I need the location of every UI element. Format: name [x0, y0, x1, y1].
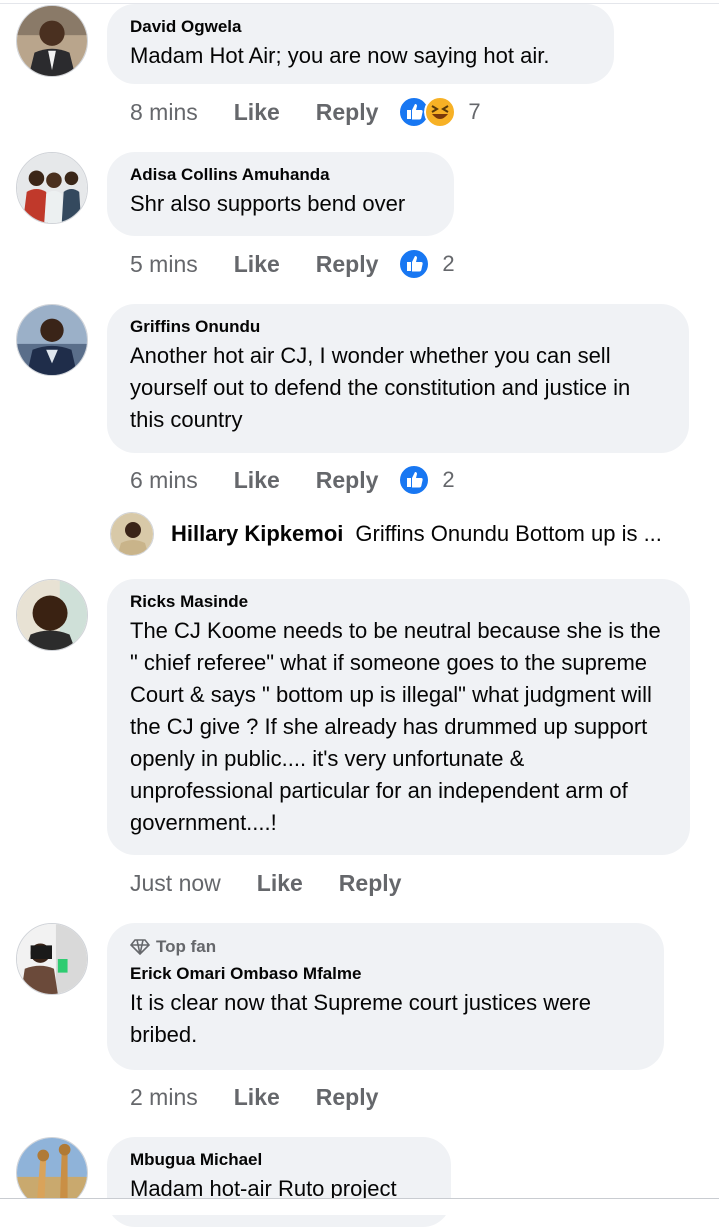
- reply-button[interactable]: Reply: [316, 99, 379, 126]
- like-button[interactable]: Like: [234, 251, 280, 278]
- avatar[interactable]: [16, 923, 88, 995]
- comment-actions: Just now Like Reply: [130, 867, 421, 899]
- like-button[interactable]: Like: [234, 99, 280, 126]
- reply-button[interactable]: Reply: [339, 870, 402, 897]
- like-button[interactable]: Like: [234, 467, 280, 494]
- comment-author[interactable]: Adisa Collins Amuhanda: [130, 164, 430, 186]
- comment-author[interactable]: Ricks Masinde: [130, 591, 666, 613]
- comment-actions: 5 mins Like Reply 2: [130, 248, 455, 280]
- reply-preview[interactable]: Hillary Kipkemoi Griffins Onundu Bottom …: [110, 511, 719, 557]
- comment-text: Shr also supports bend over: [130, 191, 406, 216]
- reply-button[interactable]: Reply: [316, 251, 379, 278]
- reply-button[interactable]: Reply: [316, 1084, 379, 1111]
- comment-author[interactable]: David Ogwela: [130, 16, 590, 38]
- like-reaction-icon: [398, 248, 431, 280]
- comment-actions: 2 mins Like Reply: [130, 1081, 398, 1113]
- comment-author[interactable]: Griffins Onundu: [130, 316, 665, 338]
- comment-text: Another hot air CJ, I wonder whether you…: [130, 343, 631, 432]
- haha-reaction-icon: [424, 96, 457, 128]
- like-button[interactable]: Like: [234, 1084, 280, 1111]
- comment-bubble: Adisa Collins Amuhanda Shr also supports…: [107, 152, 454, 236]
- top-fan-label: Top fan: [156, 937, 217, 956]
- reaction-summary[interactable]: 2: [398, 464, 455, 496]
- like-reaction-icon: [398, 464, 431, 496]
- comment-bubble: Ricks Masinde The CJ Koome needs to be n…: [107, 579, 690, 855]
- comment-actions: 8 mins Like Reply 7: [130, 96, 481, 128]
- bottom-bar: [0, 1198, 719, 1215]
- comment-time[interactable]: 5 mins: [130, 251, 198, 278]
- comment-time[interactable]: Just now: [130, 870, 221, 897]
- comment-time[interactable]: 8 mins: [130, 99, 198, 126]
- comment-author[interactable]: Erick Omari Ombaso Mfalme: [130, 963, 640, 985]
- reply-button[interactable]: Reply: [316, 467, 379, 494]
- reaction-count: 7: [468, 99, 481, 124]
- avatar[interactable]: [16, 152, 88, 224]
- comment-bubble: Top fan Erick Omari Ombaso Mfalme It is …: [107, 923, 664, 1070]
- avatar[interactable]: [16, 579, 88, 651]
- comment-actions: 6 mins Like Reply 2: [130, 464, 455, 496]
- comment-bubble: David Ogwela Madam Hot Air; you are now …: [107, 4, 614, 84]
- reaction-summary[interactable]: 7: [398, 96, 481, 128]
- reaction-count: 2: [442, 467, 455, 492]
- comment-text: Madam Hot Air; you are now saying hot ai…: [130, 43, 550, 68]
- top-fan-badge: Top fan: [130, 937, 640, 957]
- avatar[interactable]: [16, 304, 88, 376]
- comment-time[interactable]: 2 mins: [130, 1084, 198, 1111]
- reaction-count: 2: [442, 251, 455, 276]
- comment-time[interactable]: 6 mins: [130, 467, 198, 494]
- diamond-icon: [130, 939, 150, 955]
- comment-text: It is clear now that Supreme court justi…: [130, 990, 591, 1047]
- like-button[interactable]: Like: [257, 870, 303, 897]
- reply-author[interactable]: Hillary Kipkemoi: [171, 521, 343, 547]
- avatar: [110, 512, 154, 556]
- comment-author[interactable]: Mbugua Michael: [130, 1149, 427, 1171]
- comment-bubble: Griffins Onundu Another hot air CJ, I wo…: [107, 304, 689, 453]
- avatar[interactable]: [16, 5, 88, 77]
- comment-text: The CJ Koome needs to be neutral because…: [130, 618, 661, 835]
- reply-text: Griffins Onundu Bottom up is ...: [355, 521, 662, 546]
- reaction-summary[interactable]: 2: [398, 248, 455, 280]
